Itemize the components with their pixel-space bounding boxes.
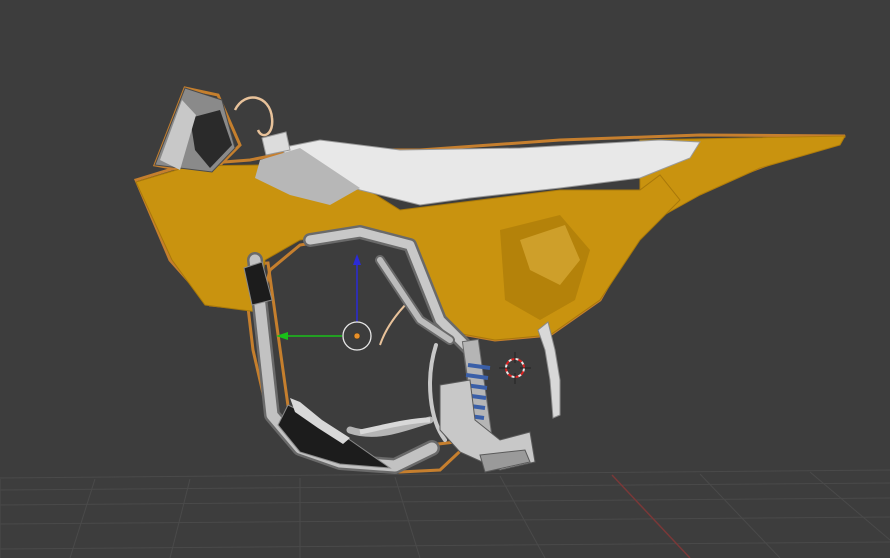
viewport-canvas[interactable] <box>0 0 890 558</box>
3d-viewport[interactable] <box>0 0 890 558</box>
gizmo-pivot-dot <box>353 332 361 340</box>
